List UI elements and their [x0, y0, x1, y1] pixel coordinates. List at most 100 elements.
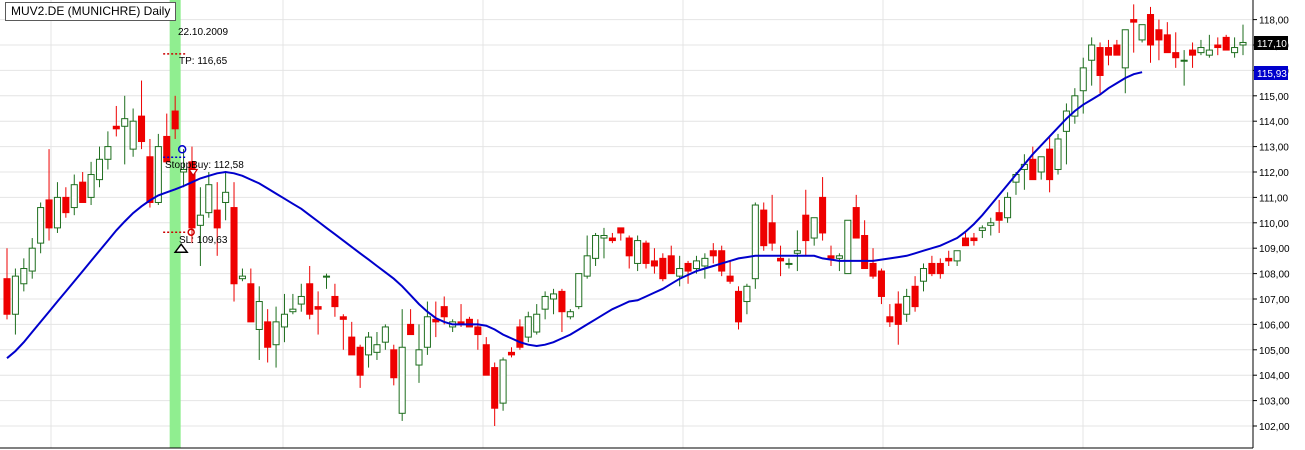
candle-body — [835, 255, 843, 259]
candle-body — [945, 257, 953, 262]
candle-body — [684, 262, 692, 272]
candle-body — [600, 235, 608, 239]
candle-body — [1054, 138, 1062, 170]
candle-body — [760, 209, 768, 247]
y-tick-label: 109,00 — [1259, 244, 1290, 255]
candle-body — [314, 306, 322, 310]
candle-body — [1088, 44, 1096, 61]
y-tick-label: 107,00 — [1259, 295, 1290, 306]
candle-body — [331, 295, 339, 308]
candle-body — [1239, 41, 1247, 46]
candle-body — [79, 181, 87, 203]
candle-body — [491, 367, 499, 409]
candle-body — [701, 257, 709, 267]
y-tick-label: 102,00 — [1259, 422, 1290, 433]
y-tick-label: 106,00 — [1259, 320, 1290, 331]
moving-average-value: 115,93 — [1257, 69, 1287, 80]
candle — [751, 202, 759, 289]
candle-body — [238, 275, 246, 280]
candle-body — [280, 313, 288, 328]
candle-body — [1037, 156, 1045, 173]
candle-body — [642, 242, 650, 264]
candle-body — [692, 260, 700, 270]
candle-body — [734, 290, 743, 323]
candle-body — [617, 227, 625, 234]
candle-body — [558, 290, 566, 313]
price-chart[interactable]: 22.10.2009 TP: 116,65 StoppBuy: 112,58 S… — [0, 0, 1305, 450]
candle-body — [1155, 29, 1163, 41]
candle-body — [793, 250, 801, 254]
candle-body — [550, 293, 558, 300]
stop-loss-label: SL: 109,63 — [179, 235, 228, 246]
y-tick-label: 115,00 — [1259, 92, 1289, 103]
candle-body — [1214, 44, 1222, 49]
candle-body — [1172, 52, 1180, 59]
candle-body — [516, 326, 524, 348]
candle-body — [390, 349, 398, 379]
candle-body — [1121, 29, 1129, 69]
candle-body — [129, 120, 137, 150]
candle-body — [62, 196, 70, 214]
candle-body — [440, 306, 448, 318]
candle-body — [583, 255, 591, 277]
last-price-value: 117,10 — [1257, 39, 1287, 50]
candle-body — [844, 219, 852, 275]
candle-body — [970, 237, 978, 242]
candle-body — [861, 235, 869, 270]
candle-body — [541, 295, 549, 310]
candle-body — [634, 240, 642, 264]
candle-body — [171, 110, 179, 130]
candle-body — [121, 118, 129, 127]
stop-buy-label: StoppBuy: 112,58 — [165, 160, 244, 171]
candle-body — [709, 250, 717, 257]
y-tick-label: 111,00 — [1259, 193, 1289, 204]
candle-body — [1197, 47, 1205, 54]
candle-body — [894, 303, 902, 325]
candle-body — [566, 311, 574, 318]
candle-body — [499, 359, 507, 404]
candle-body — [995, 212, 1003, 221]
candle-body — [306, 283, 314, 315]
candle-body — [423, 316, 431, 348]
candle-body — [1231, 47, 1239, 54]
candle-body — [272, 321, 280, 346]
candle-body — [1046, 148, 1054, 181]
candle-body — [903, 295, 911, 315]
y-tick-label: 113,00 — [1259, 143, 1289, 154]
candle-body — [1004, 196, 1012, 219]
candle-body — [1146, 14, 1155, 46]
y-tick-label: 118,00 — [1259, 16, 1289, 27]
candle-body — [1104, 47, 1112, 56]
candle-body — [625, 237, 633, 257]
candle-body — [1189, 49, 1197, 56]
candle-body — [230, 207, 238, 285]
candle-body — [3, 278, 11, 315]
candle-body — [785, 262, 793, 265]
candle-body — [373, 344, 381, 353]
candle-body — [138, 115, 146, 143]
y-tick-label: 104,00 — [1259, 371, 1290, 382]
candle — [1054, 133, 1062, 175]
candle-body — [659, 257, 667, 280]
candle-body — [104, 146, 112, 160]
candle-body — [1222, 36, 1230, 51]
candle-body — [650, 260, 658, 267]
candle-body — [827, 255, 835, 259]
candle-body — [919, 268, 928, 282]
candle-body — [962, 237, 970, 247]
candle-body — [70, 184, 78, 209]
candle-body — [1079, 67, 1087, 92]
candle-body — [322, 275, 331, 278]
candle-body — [297, 295, 305, 305]
candle-body — [911, 285, 919, 308]
moving-average-tag: 115,93 — [1254, 66, 1288, 80]
candle-body — [819, 196, 827, 234]
candle-body — [718, 250, 726, 272]
candle-body — [507, 351, 516, 356]
last-price-tag: 117,10 — [1254, 36, 1288, 50]
candle-body — [11, 275, 19, 315]
take-profit-label: TP: 116,65 — [179, 56, 228, 67]
candle-body — [45, 199, 53, 229]
candle-body — [869, 262, 877, 277]
candle-body — [802, 214, 810, 242]
